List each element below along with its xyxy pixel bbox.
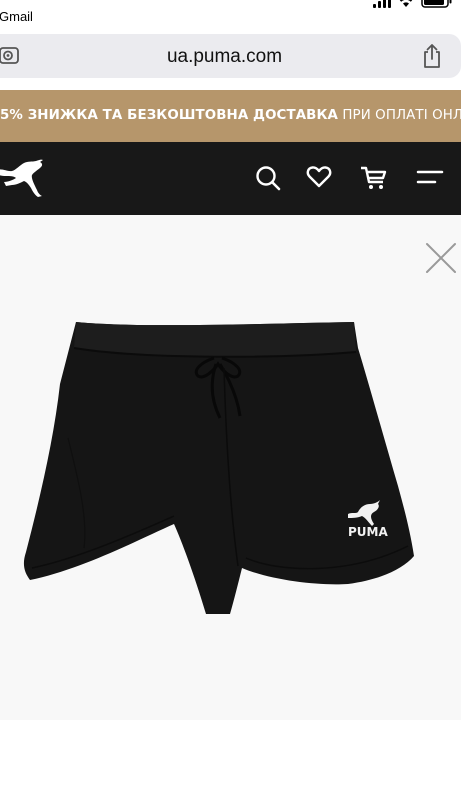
url-text[interactable]: ua.puma.com bbox=[0, 46, 461, 68]
page: Gmail ua.puma.com 5% ЗНИЖКА ТА БЕЗКОШТОВ… bbox=[0, 0, 461, 800]
status-bar: Gmail bbox=[0, 0, 461, 30]
promo-light-text: ПРИ ОПЛАТІ ОНЛАЙН bbox=[342, 108, 461, 123]
puma-logo-icon[interactable] bbox=[0, 158, 48, 198]
wifi-icon bbox=[399, 0, 413, 7]
black-shorts-image: PUMA bbox=[23, 322, 414, 614]
menu-icon[interactable] bbox=[416, 169, 444, 187]
address-bar[interactable]: ua.puma.com bbox=[0, 34, 461, 78]
search-icon[interactable] bbox=[255, 164, 281, 192]
promo-bold-text: 5% ЗНИЖКА ТА БЕЗКОШТОВНА ДОСТАВКА bbox=[0, 108, 338, 123]
heart-icon[interactable] bbox=[306, 164, 332, 190]
promo-banner[interactable]: 5% ЗНИЖКА ТА БЕЗКОШТОВНА ДОСТАВКА ПРИ ОП… bbox=[0, 90, 461, 142]
shorts-logo-text: PUMA bbox=[348, 525, 388, 539]
back-to-app-link[interactable]: Gmail bbox=[0, 9, 33, 24]
cart-icon[interactable] bbox=[360, 164, 388, 192]
site-header bbox=[0, 142, 461, 215]
share-icon[interactable] bbox=[421, 43, 443, 69]
cellular-signal-icon bbox=[373, 0, 391, 8]
status-icons bbox=[373, 0, 453, 8]
battery-icon bbox=[421, 0, 452, 8]
close-icon[interactable] bbox=[425, 242, 457, 274]
